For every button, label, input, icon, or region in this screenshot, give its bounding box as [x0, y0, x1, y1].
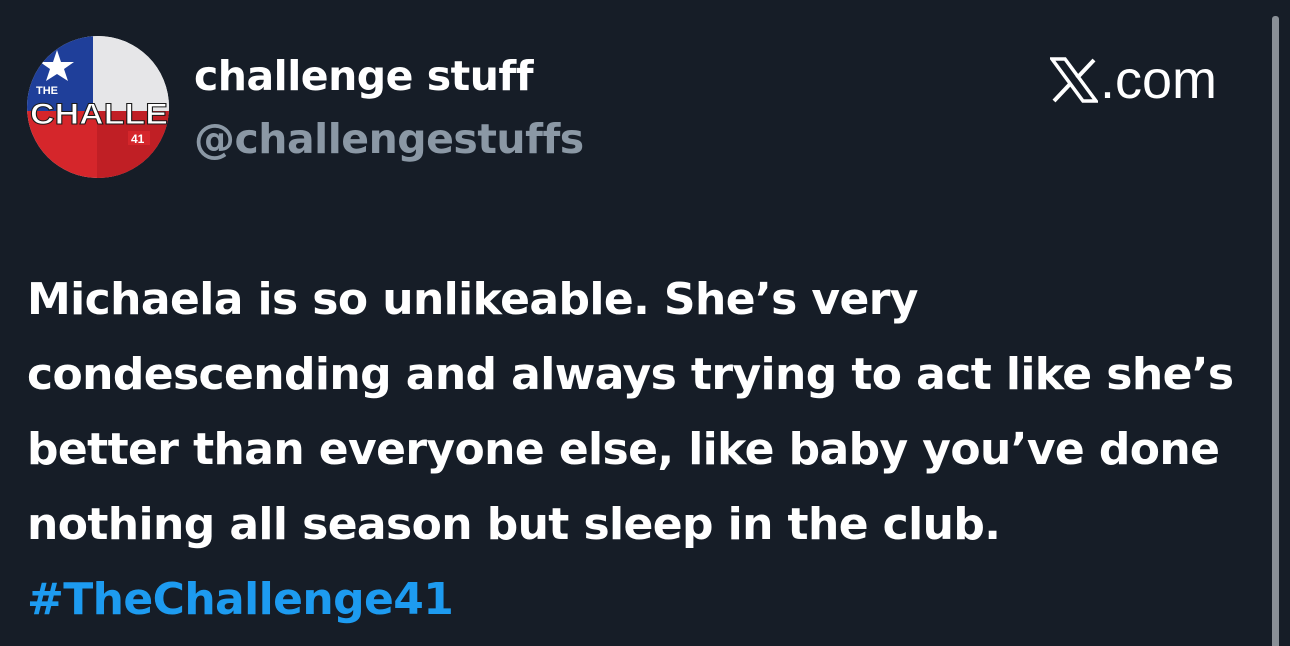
x-logo-icon	[1050, 57, 1098, 103]
tweet-body: Michaela is so unlikeable. She’s very co…	[27, 262, 1257, 637]
user-handle[interactable]: @challengestuffs	[194, 115, 584, 163]
avatar[interactable]: THE CHALLE 41	[27, 36, 169, 178]
scrollbar[interactable]	[1272, 16, 1279, 646]
hashtag-link[interactable]: #TheChallenge41	[27, 574, 454, 625]
tweet-text: Michaela is so unlikeable. She’s very co…	[27, 274, 1234, 550]
avatar-number-text: 41	[131, 132, 145, 146]
x-com-brand[interactable]: .com	[1050, 50, 1217, 110]
avatar-challe-text: CHALLE	[30, 98, 168, 131]
avatar-the-text: THE	[36, 85, 58, 97]
display-name[interactable]: challenge stuff	[194, 52, 534, 100]
chile-flag-avatar-icon: THE CHALLE 41	[27, 36, 169, 178]
brand-label: .com	[1100, 50, 1218, 110]
tweet-card: THE CHALLE 41 challenge stuff @challenge…	[0, 0, 1290, 646]
